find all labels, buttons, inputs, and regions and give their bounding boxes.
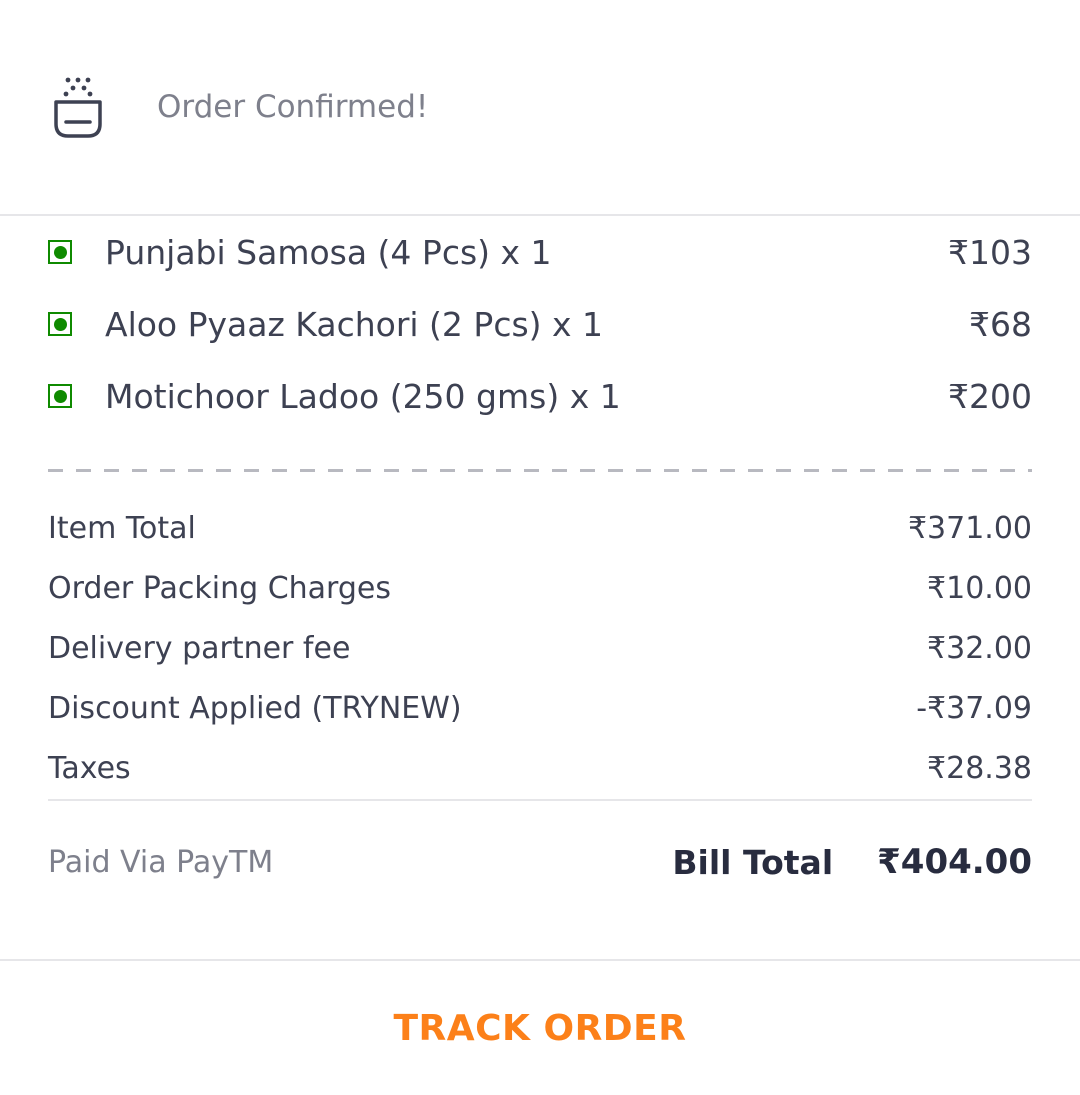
track-order-button[interactable]: TRACK ORDER [0,961,1080,1095]
order-item: Motichoor Ladoo (250 gms) x 1 ₹200 [48,360,1032,432]
charge-row-item-total: Item Total ₹371.00 [48,498,1032,558]
payment-method: Paid Via PayTM [48,844,274,880]
order-item-price: ₹103 [948,232,1032,272]
charge-row-delivery-fee: Delivery partner fee ₹32.00 [48,618,1032,678]
order-item-price: ₹68 [969,304,1032,344]
veg-indicator-icon [48,312,72,336]
bill-total-row: Paid Via PayTM Bill Total ₹404.00 [48,832,1032,892]
total-divider [48,799,1032,801]
charge-row-discount: Discount Applied (TRYNEW) -₹37.09 [48,678,1032,738]
charge-label: Discount Applied (TRYNEW) [48,690,462,726]
order-item-name: Punjabi Samosa (4 Pcs) x 1 [105,232,552,272]
charge-value: ₹10.00 [927,570,1032,606]
order-item-price: ₹200 [948,376,1032,416]
bill-total-value: ₹404.00 [877,842,1032,882]
charge-row-packing: Order Packing Charges ₹10.00 [48,558,1032,618]
veg-indicator-icon [48,240,72,264]
veg-indicator-icon [48,384,72,408]
charge-label: Item Total [48,510,196,546]
charge-label: Delivery partner fee [48,630,351,666]
order-item: Aloo Pyaaz Kachori (2 Pcs) x 1 ₹68 [48,288,1032,360]
order-item-name: Aloo Pyaaz Kachori (2 Pcs) x 1 [105,304,604,344]
charge-row-taxes: Taxes ₹28.38 [48,738,1032,798]
charge-label: Taxes [48,750,131,786]
order-item-name: Motichoor Ladoo (250 gms) x 1 [105,376,621,416]
charge-value: -₹37.09 [916,690,1032,726]
order-status-header: Order Confirmed! [0,0,1080,216]
charge-label: Order Packing Charges [48,570,391,606]
charge-value: ₹28.38 [927,750,1032,786]
charge-value: ₹371.00 [907,510,1032,546]
dashed-divider [48,469,1032,473]
order-item: Punjabi Samosa (4 Pcs) x 1 ₹103 [48,216,1032,288]
charge-value: ₹32.00 [927,630,1032,666]
bill-total-label: Bill Total [672,842,834,882]
order-status-title: Order Confirmed! [157,89,429,125]
bowl-icon [54,77,102,138]
